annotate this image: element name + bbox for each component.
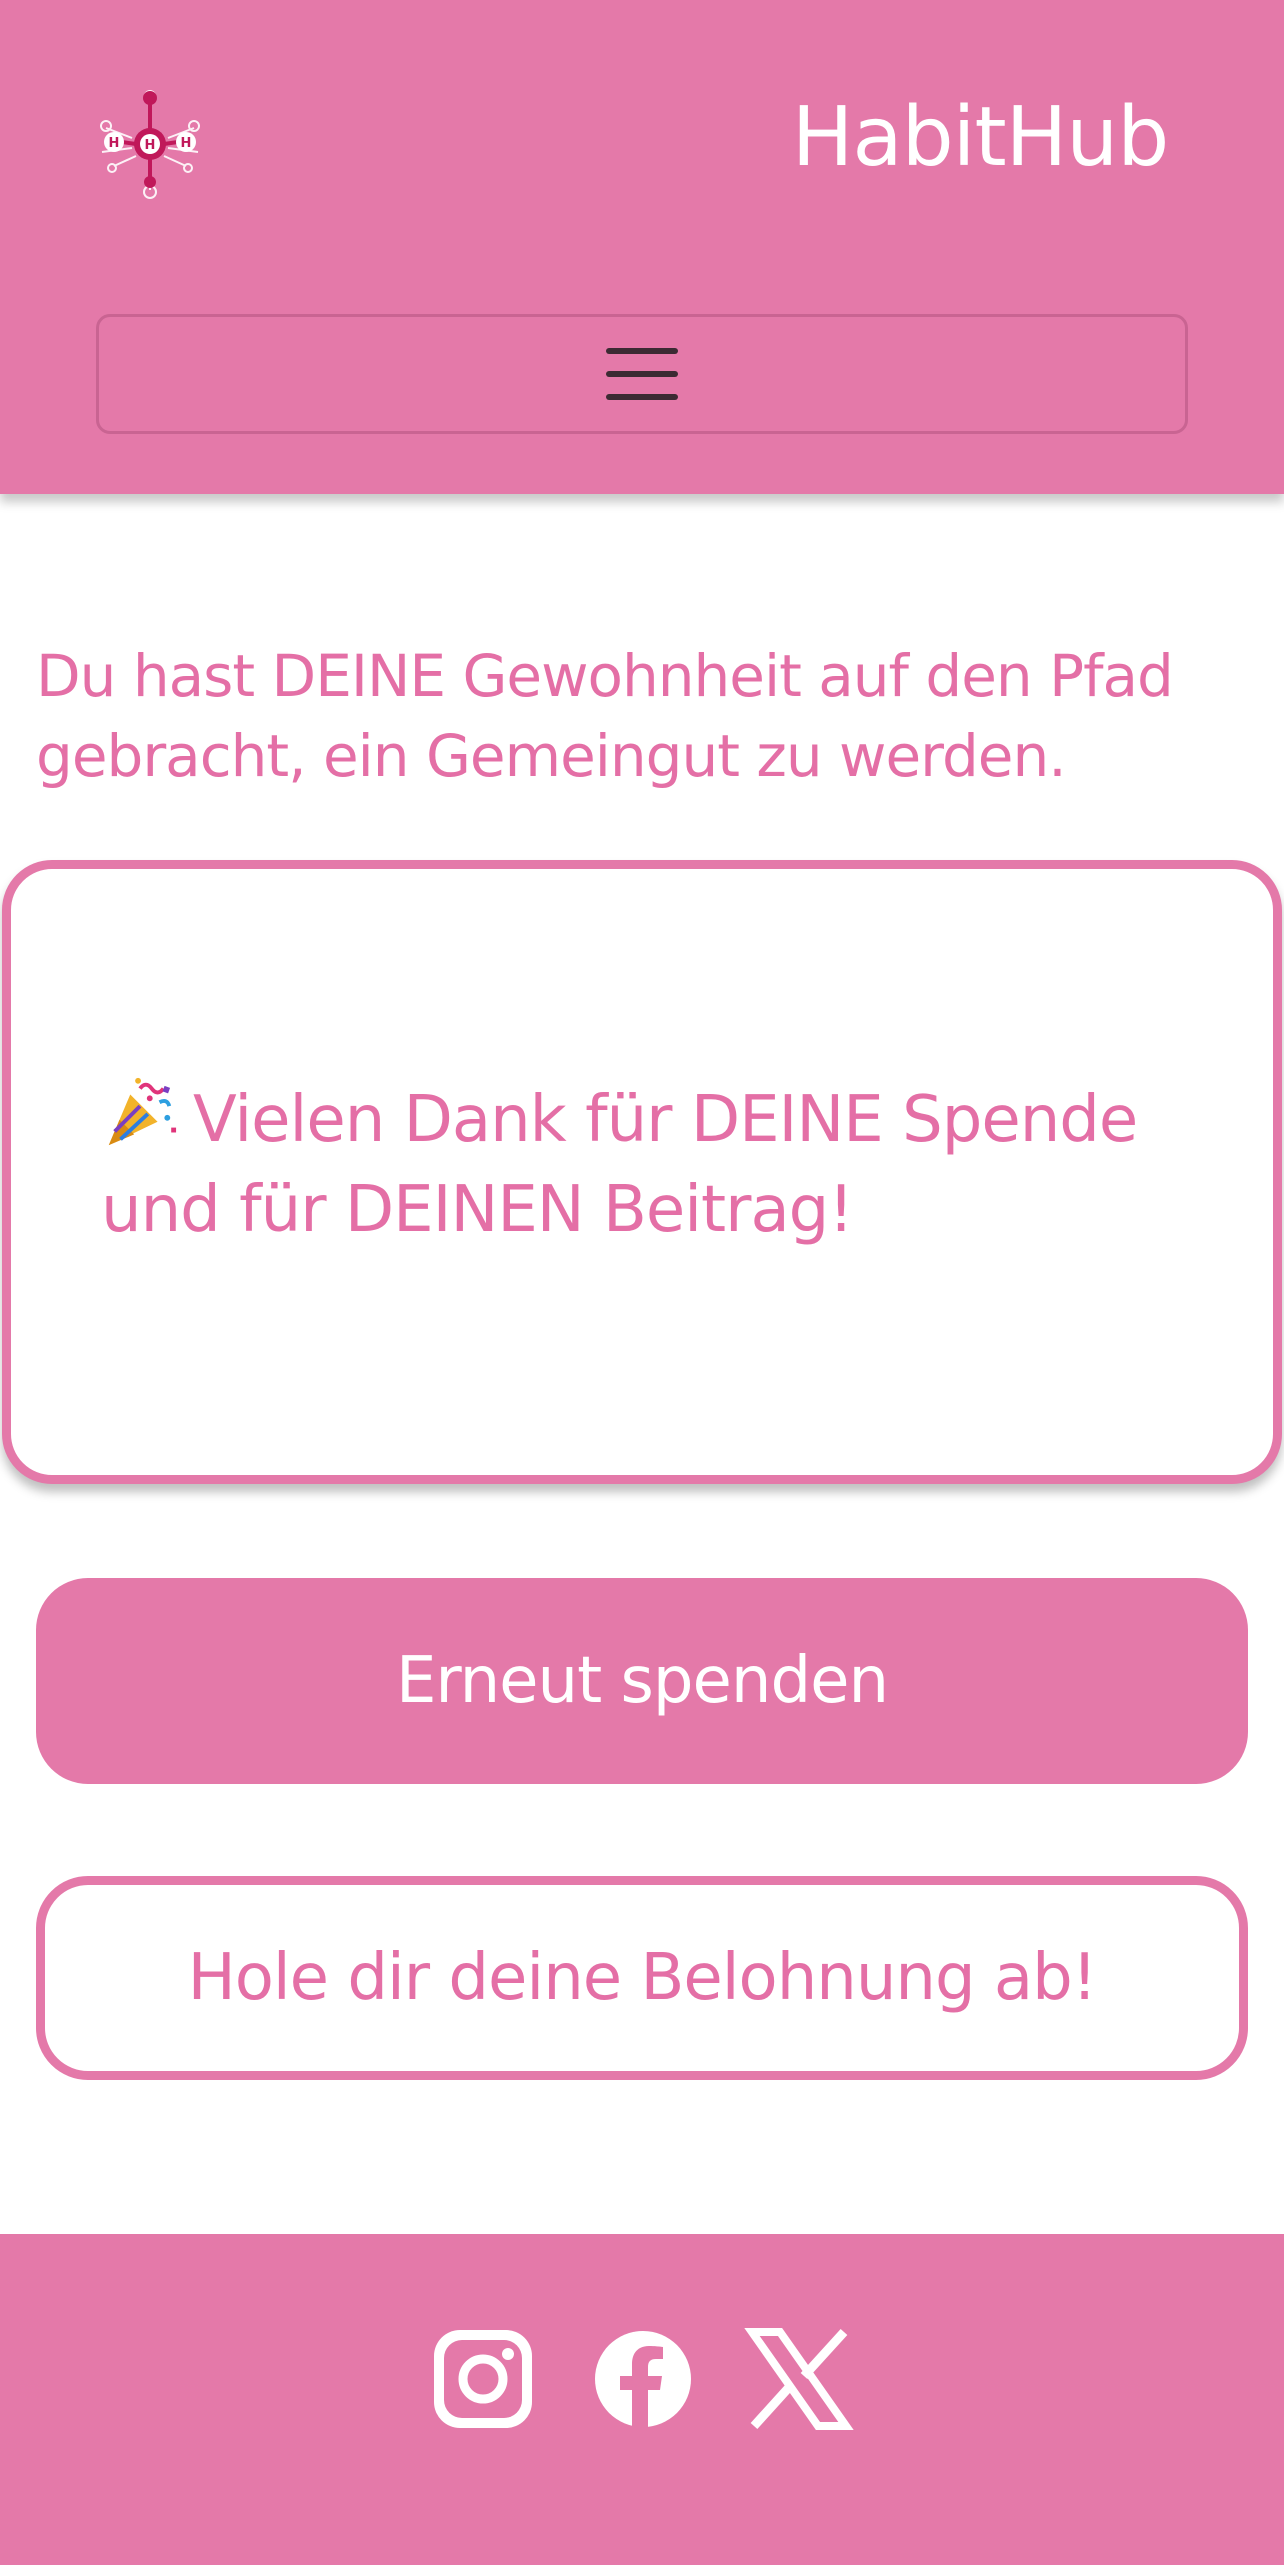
svg-text:H: H <box>109 136 120 151</box>
x-icon[interactable] <box>744 2324 854 2434</box>
claim-reward-button[interactable]: Hole dir deine Belohnung ab! <box>36 1876 1248 2080</box>
svg-text:H: H <box>181 136 192 151</box>
site-header: H H H HabitHub <box>0 0 1284 494</box>
menu-toggle-button[interactable] <box>96 314 1188 434</box>
thank-you-text: Vielen Dank für DEINE Spende und für DEI… <box>101 1083 1138 1247</box>
party-popper-icon <box>108 1077 177 1146</box>
brand-title[interactable]: HabitHub <box>780 88 1180 188</box>
intro-text: Du hast DEINE Gewohnheit auf den Pfad ge… <box>36 642 1174 790</box>
hamburger-menu-icon <box>606 348 678 400</box>
svg-text:H: H <box>145 138 156 153</box>
donate-again-button[interactable]: Erneut spenden <box>36 1578 1248 1784</box>
facebook-icon[interactable] <box>588 2324 698 2434</box>
thank-you-message: Vielen Dank für DEINE Spende und für DEI… <box>101 1073 1231 1255</box>
site-footer <box>0 2234 1284 2565</box>
thank-you-card: Vielen Dank für DEINE Spende und für DEI… <box>2 860 1282 1484</box>
instagram-icon[interactable] <box>428 2324 538 2434</box>
habithub-logo-icon[interactable]: H H H <box>92 86 208 202</box>
